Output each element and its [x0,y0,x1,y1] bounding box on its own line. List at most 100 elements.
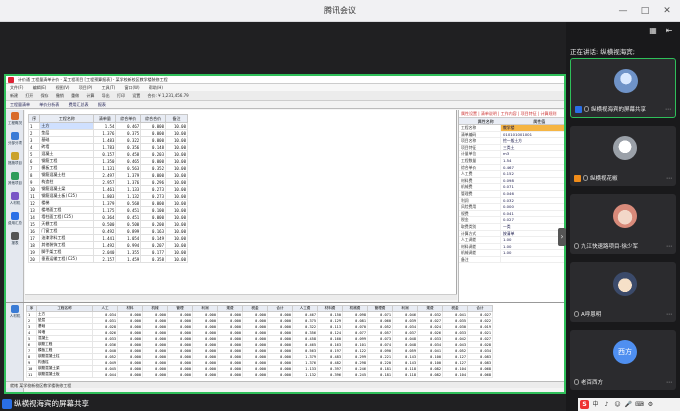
property-value[interactable]: 0.467 [501,165,564,171]
menu-item[interactable]: 窗口(W) [124,85,139,90]
table-row[interactable]: 2 垫层 1.376 0.375 0.000 10.00 [27,129,188,137]
property-value[interactable]: 0.046 [501,191,564,197]
nav-item[interactable]: 其他项目 [6,170,24,190]
more-options-icon[interactable]: ⋯ [666,311,672,318]
tab-danjia[interactable]: 单价分析表 [39,102,59,107]
toolbar-button[interactable]: 新建 [10,93,18,98]
table-row[interactable]: 10 钢筋混凝土梁 1.461 1.133 0.273 10.00 [27,185,188,193]
nav-item[interactable]: 报表 [6,230,24,250]
property-row[interactable]: 项目特征 三类土 [459,144,564,152]
language-icon[interactable]: 中 [591,400,600,409]
table-row[interactable]: 13 楼地面工程 1.175 0.451 0.100 10.00 [27,206,188,214]
toolbar-button[interactable]: 保存 [41,93,49,98]
grid-view-icon[interactable]: ▦ [648,26,658,36]
ime-icon[interactable]: S [580,400,589,409]
table-row[interactable]: 9 构造柱 2.957 1.376 0.296 10.00 [27,178,188,186]
property-row[interactable]: 利润 0.032 [459,197,564,205]
property-row[interactable]: 计量单位 m3 [459,151,564,158]
property-row[interactable]: 材料费 0.098 [459,177,564,185]
property-value[interactable]: 1.00 [501,250,564,256]
table-row[interactable]: 3 基础 1.483 0.322 0.000 10.00 [27,136,188,144]
toolbar-button[interactable]: 撤销 [56,93,64,98]
tab-qingdan[interactable]: 工程量清单 [10,102,30,107]
property-value[interactable]: 一类 [501,224,564,230]
column-header[interactable]: 清单量 [93,114,117,123]
toolbar-button[interactable]: 打印 [117,93,125,98]
collapse-sidebar-button[interactable]: › [558,228,566,246]
participant-tile[interactable]: 纵横视花椒 ⋯ [570,126,676,186]
toolbar-button[interactable]: 重做 [71,93,79,98]
close-icon[interactable]: ✕ [660,4,674,18]
more-options-icon[interactable]: ⋯ [665,106,671,113]
property-row[interactable]: 工程数量 1.54 [459,157,564,165]
column-header[interactable]: 工程名称 [39,114,95,123]
emoji-icon[interactable]: ☺ [613,400,622,409]
table-row[interactable]: 11 钢筋混凝土板 0.044 0.000 0.000 0.000 0.000 0.000 0.… [26,371,493,378]
participant-tile[interactable]: A呼恩明 ⋯ [570,262,676,322]
minimize-icon[interactable]: — [616,4,630,18]
settings-icon[interactable]: ⚙ [646,400,655,409]
mic-icon[interactable]: 🎤 [624,400,633,409]
toolbar-button[interactable]: 计算 [86,93,94,98]
column-header[interactable]: 综合单价 [115,114,142,123]
participant-tile[interactable]: 九江快速路项目-徐少军 ⋯ [570,194,676,254]
property-value[interactable]: 按清单 [501,231,564,237]
property-value[interactable]: 1.54 [501,158,564,164]
table-row[interactable]: 17 油漆涂料工程 1.441 1.054 0.149 10.00 [27,234,188,242]
collapse-icon[interactable]: ⇤ [664,26,674,36]
property-row[interactable]: 综合单价 0.467 [459,164,564,172]
table-row[interactable]: 16 门窗工程 0.492 0.899 0.163 10.00 [27,227,188,235]
property-row[interactable]: 项目名称 挖一般土方 [459,138,564,145]
property-row[interactable]: 工程名称 教学楼 [459,125,564,132]
toolbar-button[interactable]: 导出 [102,93,110,98]
column-header[interactable]: 备注 [165,114,188,123]
property-row[interactable]: 风险费用 0.000 [459,204,564,211]
more-options-icon[interactable]: ⋯ [666,243,672,250]
property-value[interactable]: 0.041 [501,211,564,217]
menu-item[interactable]: 项目(P) [79,85,93,90]
table-row[interactable]: 5 混凝土 0.157 0.458 0.203 10.00 [27,150,188,158]
participant-tile[interactable]: 西方 老百西方 ⋯ [570,330,676,390]
column-header[interactable]: 综合合价 [140,114,166,123]
menu-item[interactable]: 帮助(H) [149,85,163,90]
property-value[interactable] [501,257,564,263]
sound-icon[interactable]: ♪ [602,400,611,409]
property-value[interactable]: 010101001001 [501,132,564,138]
property-row[interactable]: 材料调差 1.00 [459,243,564,251]
table-row[interactable]: 20 垂直运输工程(C25) 2.157 1.459 0.358 10.00 [27,255,188,263]
table-row[interactable]: 4 砖墙 1.783 0.356 0.148 10.00 [27,143,188,151]
nav-item[interactable]: 分部分项 [6,130,24,150]
table-row[interactable]: 14 墙柱面工程(C25) 0.364 0.451 0.000 10.00 [27,213,188,221]
property-value[interactable]: 0.071 [501,184,564,190]
table-row[interactable]: 18 其他装饰工程 1.492 0.994 0.207 10.00 [27,241,188,249]
column-header[interactable]: 序 [27,114,41,123]
menu-item[interactable]: 编辑(E) [33,85,47,90]
menu-item[interactable]: 文件(F) [10,85,23,90]
tab-feiyong[interactable]: 费用汇总表 [69,102,89,107]
table-row[interactable]: 1 土方 1.54 0.467 0.000 10.00 [27,122,188,130]
property-value[interactable]: 三类土 [501,145,564,151]
table-row[interactable]: 7 模板工程 1.131 0.563 0.352 10.00 [27,164,188,172]
property-value[interactable]: 教学楼 [501,125,564,131]
table-row[interactable]: 19 脚手架工程 2.040 1.355 0.177 10.00 [27,248,188,256]
property-value[interactable]: 1.00 [501,237,564,243]
property-row[interactable]: 计算方式 按清单 [459,230,564,238]
menu-item[interactable]: 视图(V) [56,85,70,90]
property-value[interactable]: 0.152 [501,171,564,177]
more-options-icon[interactable]: ⋯ [666,379,672,386]
nav-item[interactable]: 工程概况 [6,110,24,130]
menu-item[interactable]: 工具(T) [102,85,116,90]
toolbar-button[interactable]: 设置 [132,93,140,98]
more-options-icon[interactable]: ⋯ [666,175,672,182]
toolbar-button[interactable]: 打开 [25,93,33,98]
property-row[interactable]: 备注 [459,256,564,264]
property-row[interactable]: 人工费 0.152 [459,171,564,178]
shared-screen[interactable]: 计价通 工程量清单计价 - 某工程项目 [工程预算报表] - 某学校新校区教学楼… [4,74,566,394]
properties-tabs[interactable]: 属性设置 | 清单说明 | 工作内容 | 项目特征 | 计算规则 [459,110,564,118]
property-value[interactable]: 挖一般土方 [501,138,564,144]
property-value[interactable]: 0.098 [501,178,564,184]
table-row[interactable]: 11 钢筋混凝土板(C25) 1.803 1.132 0.273 10.00 [27,192,188,200]
property-row[interactable]: 人工调差 1.00 [459,237,564,244]
table-row[interactable]: 6 钢筋工程 1.350 0.465 0.000 10.00 [27,157,188,165]
property-row[interactable]: 管理费 0.046 [459,190,564,198]
